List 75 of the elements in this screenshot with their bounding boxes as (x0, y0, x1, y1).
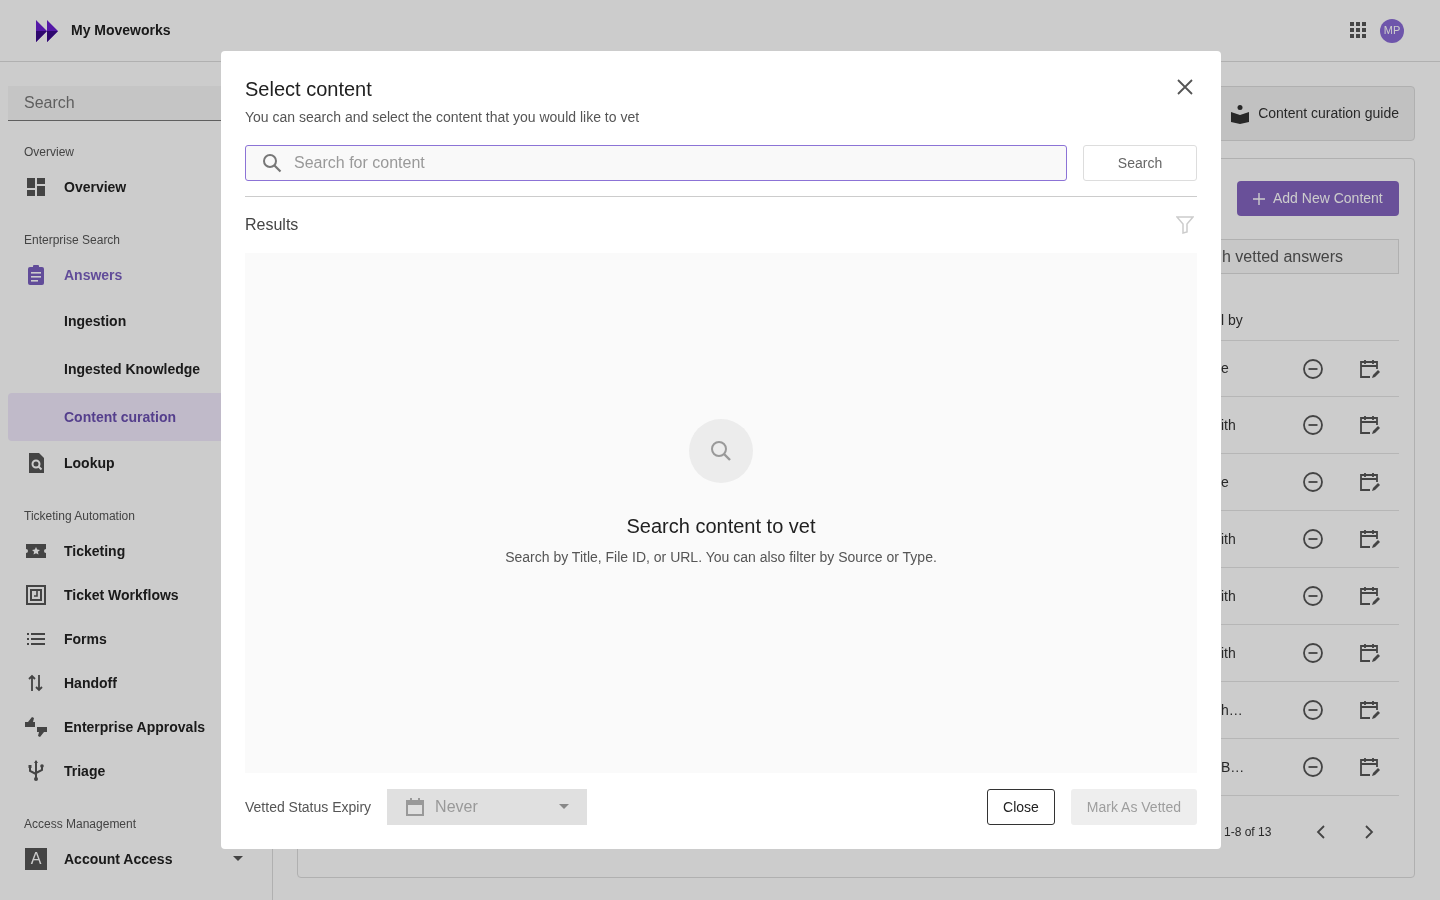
sidebar-item[interactable]: Enterprise Approvals (8, 705, 272, 749)
search-icon (709, 438, 733, 463)
calendar-edit-icon[interactable] (1357, 755, 1381, 779)
calendar-edit-icon[interactable] (1357, 470, 1381, 494)
sidebar-item-label: Forms (64, 629, 107, 649)
sidebar-item-label: Ticket Workflows (64, 585, 179, 605)
calendar-edit-icon[interactable] (1357, 413, 1381, 437)
calendar-edit-icon[interactable] (1357, 527, 1381, 551)
dashboard-icon (24, 175, 48, 199)
minus-circle-icon[interactable] (1301, 584, 1325, 608)
caret-down-icon (559, 804, 570, 810)
sidebar-item[interactable]: Handoff (8, 661, 272, 705)
table-cell-text: ith (1221, 415, 1237, 435)
table-cell-text: ith (1221, 643, 1237, 663)
results-label: Results (245, 215, 299, 235)
pagination-text: 1-8 of 13 (1224, 824, 1272, 841)
book-reader-icon (1230, 103, 1251, 124)
table-cell-text: ith (1221, 586, 1237, 606)
column-header: l by (1221, 311, 1244, 330)
double-arrow-logo (36, 19, 60, 42)
minus-circle-icon[interactable] (1301, 755, 1325, 779)
expiry-label: Vetted Status Expiry (245, 797, 372, 817)
table-cell-text: e (1221, 472, 1230, 492)
minus-circle-icon[interactable] (1301, 356, 1325, 381)
section-heading: Enterprise Search (23, 232, 122, 249)
user-avatar[interactable]: MP (1380, 18, 1404, 43)
section-heading: Ticketing Automation (23, 508, 136, 525)
minus-circle-icon[interactable] (1301, 527, 1325, 551)
sidebar-item-label: Triage (64, 761, 106, 781)
sidebar-item[interactable]: A Account Access (8, 837, 272, 881)
sidebar-item[interactable]: Lookup (8, 441, 272, 485)
thumbs-icon (24, 715, 48, 739)
calendar-icon (405, 797, 426, 817)
empty-state-title: Search content to vet (626, 513, 816, 539)
close-icon[interactable] (1177, 79, 1193, 95)
sidebar-item-label: Handoff (64, 673, 117, 693)
sidebar-item-label: Answers (64, 265, 123, 285)
sidebar-item-label: Enterprise Approvals (64, 717, 206, 737)
table-cell-text: h… (1221, 700, 1244, 720)
chevron-right-icon[interactable] (1364, 825, 1375, 839)
sidebar-item[interactable]: Ticketing (8, 529, 272, 573)
plus-icon (1253, 192, 1265, 205)
apps-grid-icon[interactable] (1349, 21, 1368, 40)
calendar-edit-icon[interactable] (1357, 698, 1381, 722)
content-search-field[interactable]: Search for content (245, 145, 1067, 181)
sidebar-item-label: Lookup (64, 453, 115, 473)
chevron-left-icon[interactable] (1316, 825, 1327, 839)
search-icon (262, 153, 282, 173)
sidebar-item[interactable]: Answers (8, 253, 272, 297)
search-button[interactable]: Search (1083, 145, 1197, 181)
letter-icon: A (25, 848, 47, 870)
minus-circle-icon[interactable] (1301, 470, 1325, 494)
calendar-edit-icon[interactable] (1357, 584, 1381, 608)
search-input[interactable]: Search for content (292, 150, 1050, 176)
minus-circle-icon[interactable] (1301, 413, 1325, 437)
sidebar-item-label: Overview (64, 177, 127, 197)
sidebar-item[interactable]: Triage (8, 749, 272, 793)
sidebar-item[interactable]: Forms (8, 617, 272, 661)
sidebar-item[interactable]: Ticket Workflows (8, 573, 272, 617)
framed-square-icon (24, 583, 48, 607)
table-cell-text: e (1221, 359, 1230, 378)
section-heading: Overview (23, 144, 75, 161)
app-title: My Moveworks (71, 21, 171, 40)
calendar-edit-icon[interactable] (1357, 641, 1381, 665)
close-button[interactable]: Close (987, 789, 1055, 825)
section-heading: Access Management (23, 816, 138, 833)
table-cell-text: B… (1221, 757, 1246, 777)
search-field[interactable]: h vetted answers (1221, 239, 1399, 274)
table-cell-text: ith (1221, 529, 1237, 549)
minus-circle-icon[interactable] (1301, 641, 1325, 665)
sidebar-item-label: Ticketing (64, 541, 126, 561)
minus-circle-icon[interactable] (1301, 698, 1325, 722)
add-content-button[interactable]: Add New Content (1237, 181, 1399, 216)
sidebar-item-label: Account Access (64, 849, 173, 869)
empty-state-text: Search by Title, File ID, or URL. You can also filter by Source or Type. (505, 547, 937, 567)
